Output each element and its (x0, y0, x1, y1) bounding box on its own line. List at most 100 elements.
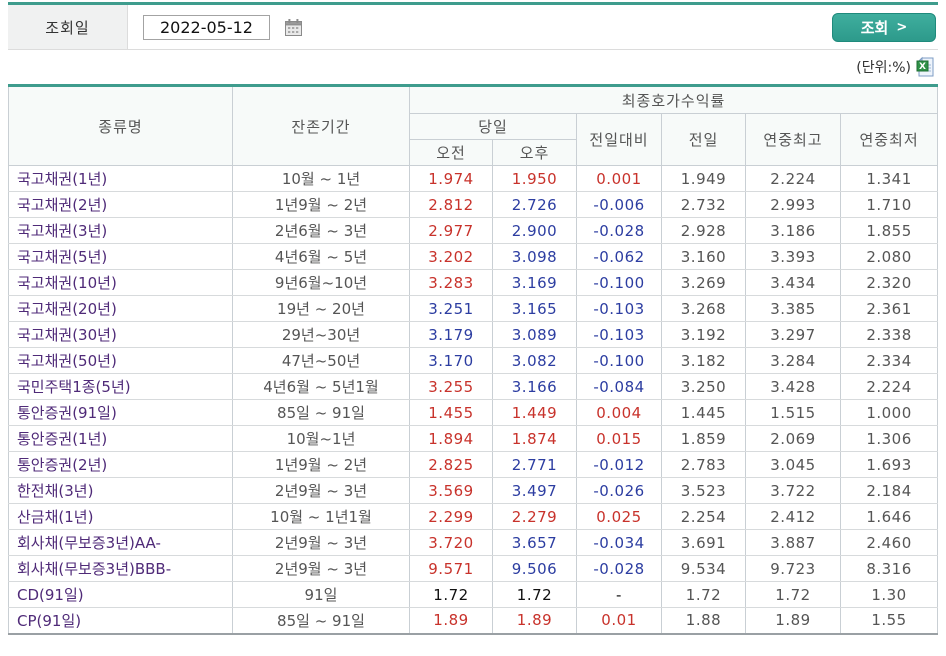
cell-yearly-high: 9.723 (745, 555, 841, 582)
header-diff-prev-day: 전일대비 (576, 113, 662, 166)
cell-yearly-high: 1.515 (745, 399, 841, 426)
header-remaining-period: 잔존기간 (232, 85, 410, 166)
cell-yearly-low: 1.646 (839, 503, 939, 530)
cell-pm-yield: 2.900 (492, 217, 577, 244)
cell-am-yield: 3.283 (409, 269, 493, 296)
cell-prev-day: 1.859 (661, 425, 746, 452)
cell-prev-day: 3.268 (661, 295, 746, 322)
cell-prev-day: 3.182 (661, 347, 746, 374)
table-row: 통안증권(2년) 1년9월 ~ 2년 2.825 2.771 -0.012 2.783 3.… (8, 451, 939, 478)
cell-yearly-low: 2.080 (839, 243, 939, 270)
cell-type-name: 산금채(1년) (8, 503, 233, 530)
cell-prev-day: 2.928 (661, 217, 746, 244)
header-yearly-low: 연중최저 (839, 113, 939, 166)
cell-diff-prev: -0.034 (576, 529, 662, 556)
cell-prev-day: 2.783 (661, 451, 746, 478)
cell-type-name: 회사채(무보증3년)BBB- (8, 555, 233, 582)
table-row: 국고채권(50년) 47년~50년 3.170 3.082 -0.100 3.182 3.2… (8, 347, 939, 374)
cell-yearly-high: 3.722 (745, 477, 841, 504)
cell-remaining-period: 2년9월 ~ 3년 (232, 477, 410, 504)
cell-diff-prev: -0.084 (576, 373, 662, 400)
cell-am-yield: 3.569 (409, 477, 493, 504)
cell-pm-yield: 3.089 (492, 321, 577, 348)
cell-yearly-low: 1.855 (839, 217, 939, 244)
header-pm: 오후 (492, 139, 577, 166)
header-am: 오전 (409, 139, 493, 166)
search-button-label: 조회 (860, 18, 889, 37)
cell-yearly-high: 2.412 (745, 503, 841, 530)
cell-diff-prev: -0.012 (576, 451, 662, 478)
cell-yearly-high: 3.434 (745, 269, 841, 296)
cell-pm-yield: 1.874 (492, 425, 577, 452)
table-body: 국고채권(1년) 10월 ~ 1년 1.974 1.950 0.001 1.949 2.22… (8, 165, 939, 634)
cell-yearly-low: 2.460 (839, 529, 939, 556)
cell-pm-yield: 3.497 (492, 477, 577, 504)
cell-pm-yield: 2.771 (492, 451, 577, 478)
cell-type-name: 국고채권(2년) (8, 191, 233, 218)
search-button[interactable]: 조회 > (832, 12, 936, 42)
cell-prev-day: 9.534 (661, 555, 746, 582)
cell-diff-prev: 0.015 (576, 425, 662, 452)
inquiry-date-input[interactable] (143, 14, 270, 40)
cell-diff-prev: 0.01 (576, 607, 662, 634)
cell-prev-day: 3.250 (661, 373, 746, 400)
cell-diff-prev: -0.006 (576, 191, 662, 218)
cell-remaining-period: 4년6월 ~ 5년 (232, 243, 410, 270)
cell-am-yield: 2.812 (409, 191, 493, 218)
cell-am-yield: 2.299 (409, 503, 493, 530)
cell-pm-yield: 3.165 (492, 295, 577, 322)
cell-yearly-low: 2.224 (839, 373, 939, 400)
header-yearly-high: 연중최고 (745, 113, 841, 166)
date-field-group (143, 14, 303, 40)
cell-am-yield: 3.251 (409, 295, 493, 322)
cell-diff-prev: 0.025 (576, 503, 662, 530)
cell-yearly-low: 2.361 (839, 295, 939, 322)
cell-am-yield: 1.72 (409, 581, 493, 608)
chevron-right-icon: > (896, 19, 908, 35)
cell-remaining-period: 85일 ~ 91일 (232, 607, 410, 634)
cell-pm-yield: 9.506 (492, 555, 577, 582)
cell-am-yield: 1.974 (409, 165, 493, 192)
cell-yearly-low: 1.306 (839, 425, 939, 452)
cell-type-name: 국민주택1종(5년) (8, 373, 233, 400)
cell-type-name: 통안증권(1년) (8, 425, 233, 452)
cell-yearly-high: 2.993 (745, 191, 841, 218)
cell-remaining-period: 9년6월~10년 (232, 269, 410, 296)
cell-yearly-high: 1.72 (745, 581, 841, 608)
excel-download-icon[interactable]: X (916, 56, 938, 78)
cell-type-name: 한전채(3년) (8, 477, 233, 504)
cell-am-yield: 1.894 (409, 425, 493, 452)
cell-prev-day: 3.269 (661, 269, 746, 296)
cell-remaining-period: 4년6월 ~ 5년1월 (232, 373, 410, 400)
table-row: 통안증권(91일) 85일 ~ 91일 1.455 1.449 0.004 1.445 1.… (8, 399, 939, 426)
cell-am-yield: 2.825 (409, 451, 493, 478)
table-row: 국고채권(3년) 2년6월 ~ 3년 2.977 2.900 -0.028 2.928 3.… (8, 217, 939, 244)
calendar-icon[interactable] (284, 18, 303, 37)
cell-yearly-high: 2.224 (745, 165, 841, 192)
cell-yearly-high: 3.887 (745, 529, 841, 556)
cell-pm-yield: 1.89 (492, 607, 577, 634)
cell-remaining-period: 10월 ~ 1년 (232, 165, 410, 192)
cell-type-name: CD(91일) (8, 581, 233, 608)
cell-pm-yield: 1.72 (492, 581, 577, 608)
units-note: (단위:%) (856, 60, 911, 76)
inquiry-date-label: 조회일 (8, 5, 128, 49)
cell-yearly-high: 3.284 (745, 347, 841, 374)
table-row: 회사채(무보증3년)AA- 2년9월 ~ 3년 3.720 3.657 -0.034 3.… (8, 529, 939, 556)
cell-yearly-low: 2.334 (839, 347, 939, 374)
cell-yearly-low: 1.693 (839, 451, 939, 478)
cell-prev-day: 1.88 (661, 607, 746, 634)
cell-yearly-high: 3.393 (745, 243, 841, 270)
cell-remaining-period: 2년9월 ~ 3년 (232, 529, 410, 556)
header-final-yield-group: 최종호가수익률 (408, 85, 939, 114)
cell-remaining-period: 2년6월 ~ 3년 (232, 217, 410, 244)
cell-yearly-low: 2.338 (839, 321, 939, 348)
cell-remaining-period: 91일 (232, 581, 410, 608)
cell-yearly-high: 3.297 (745, 321, 841, 348)
cell-prev-day: 1.72 (661, 581, 746, 608)
cell-yearly-low: 1.55 (839, 607, 939, 634)
cell-yearly-high: 3.045 (745, 451, 841, 478)
bond-yield-table: 종류명 잔존기간 최종호가수익률 당일 전일대비 전일 연중최고 연중최저 오전… (8, 84, 939, 635)
cell-type-name: 회사채(무보증3년)AA- (8, 529, 233, 556)
cell-type-name: 국고채권(30년) (8, 321, 233, 348)
